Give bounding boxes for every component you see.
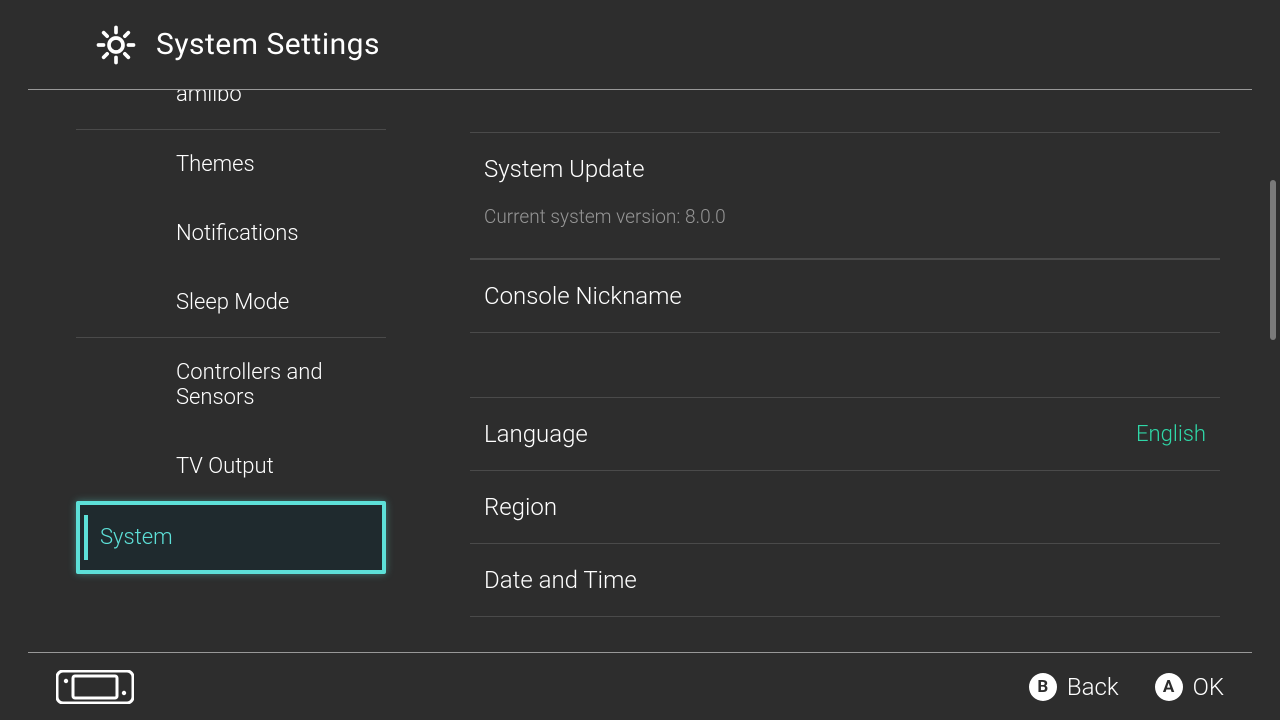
system-version-text: Current system version: 8.0.0: [470, 205, 1220, 259]
row-label: Language: [484, 420, 588, 448]
scrollbar[interactable]: [1270, 180, 1276, 340]
sidebar-item-label: Notifications: [176, 221, 299, 246]
a-button-icon: A: [1155, 673, 1183, 701]
row-language[interactable]: Language English: [470, 397, 1220, 470]
page-title: System Settings: [156, 27, 380, 62]
hint-label: OK: [1193, 673, 1224, 701]
row-value: English: [1136, 422, 1206, 447]
sidebar: amiibo Themes Notifications Sleep Mode C…: [0, 90, 410, 652]
row-date-and-time[interactable]: Date and Time: [470, 543, 1220, 617]
sidebar-item-label: Sleep Mode: [176, 290, 289, 315]
sidebar-item-system[interactable]: System: [76, 501, 386, 574]
content-panel: System Update Current system version: 8.…: [410, 90, 1280, 652]
sidebar-item-themes[interactable]: Themes: [76, 130, 386, 199]
sidebar-item-sleep-mode[interactable]: Sleep Mode: [76, 268, 386, 337]
header: System Settings: [28, 0, 1252, 90]
sidebar-item-label: TV Output: [176, 454, 274, 479]
sidebar-item-label: Themes: [176, 152, 255, 177]
hint-label: Back: [1067, 673, 1119, 701]
hint-back[interactable]: B Back: [1029, 673, 1119, 701]
sidebar-item-label: amiibo: [176, 90, 242, 107]
controller-icon[interactable]: [56, 670, 134, 704]
sidebar-item-controllers-and-sensors[interactable]: Controllers and Sensors: [76, 338, 386, 432]
b-button-icon: B: [1029, 673, 1057, 701]
gear-icon: [96, 25, 136, 65]
row-label: Console Nickname: [484, 282, 682, 310]
row-label: System Update: [484, 155, 645, 183]
sidebar-item-tv-output[interactable]: TV Output: [76, 432, 386, 501]
hint-ok[interactable]: A OK: [1155, 673, 1224, 701]
footer: B Back A OK: [28, 652, 1252, 720]
sidebar-item-notifications[interactable]: Notifications: [76, 199, 386, 268]
row-system-update[interactable]: System Update: [470, 132, 1220, 205]
row-label: Region: [484, 493, 557, 521]
row-region[interactable]: Region: [470, 470, 1220, 543]
sidebar-item-label: System: [100, 525, 173, 550]
row-label: Date and Time: [484, 566, 637, 594]
sidebar-item-amiibo[interactable]: amiibo: [76, 90, 386, 129]
row-console-nickname[interactable]: Console Nickname: [470, 259, 1220, 333]
main: amiibo Themes Notifications Sleep Mode C…: [0, 90, 1280, 652]
sidebar-item-label: Controllers and Sensors: [176, 360, 323, 410]
